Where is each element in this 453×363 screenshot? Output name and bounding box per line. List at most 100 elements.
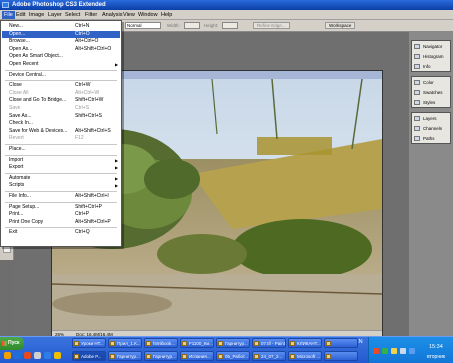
menu-item-label: Place... [9,146,26,152]
file-menu-item-open-as-smart-object[interactable]: Open As Smart Object... [2,53,120,60]
width-input[interactable] [184,22,200,29]
menu-item-label: Scripts [9,182,25,189]
taskbar-button[interactable]: 07.tif - Paint [252,338,286,348]
menu-item-label: Open Recent [9,61,39,67]
menu-select[interactable]: Select [63,11,82,19]
system-tray: EN 15:34 вторник [355,337,453,363]
file-menu-item-open[interactable]: Open... Ctrl+O [2,30,120,38]
panel-tab-navigator[interactable]: Navigator [414,42,450,51]
window-icon [326,354,331,359]
taskbar-button[interactable]: F1100_Ки... [180,338,214,348]
file-menu-item-save-for-web-devices[interactable]: Save for Web & Devices... Alt+Shift+Ctrl+… [2,128,120,135]
taskbar-button[interactable]: 05_Работ... [216,351,250,361]
panel-tab-color[interactable]: Color [414,78,450,87]
taskbar-button[interactable]: Гарнитур... [108,351,142,361]
channels-icon [414,126,420,131]
file-menu-item-new[interactable]: New... Ctrl+N [2,23,120,30]
window-icon [218,341,223,346]
window-icon [74,341,79,346]
file-menu-item-export[interactable]: Export ▶ [2,164,120,171]
quicklaunch-icon-5[interactable] [44,352,51,359]
panel-tab-info[interactable]: Info [414,62,450,71]
taskbar-button-label: 07.tif - Paint [261,341,286,346]
window-icon [74,354,79,359]
menu-view[interactable]: View [121,11,137,19]
panel-tab-styles[interactable]: Styles [414,98,450,107]
tool-icon[interactable] [3,246,11,253]
menu-layer[interactable]: Layer [46,11,64,19]
menu-separator [5,69,117,71]
submenu-arrow-icon: ▶ [115,175,119,181]
file-menu-item-print-one-copy[interactable]: Print One Copy Alt+Shift+Ctrl+P [2,219,120,226]
style-select[interactable]: Normal [125,22,161,29]
menu-item-shortcut: Ctrl+S [75,105,90,111]
menu-window[interactable]: Window [136,11,160,19]
panel-tab-histogram[interactable]: Histogram [414,52,450,61]
file-menu-item-open-recent[interactable]: Open Recent ▶ [2,61,120,68]
panel-tab-paths[interactable]: Paths [414,134,450,143]
menu-file[interactable]: File [2,11,15,19]
file-menu-item-browse[interactable]: Browse... Alt+Ctrl+O [2,38,120,45]
menu-edit[interactable]: Edit [14,11,27,19]
tray-icon-3[interactable] [391,348,397,354]
file-menu-item-print[interactable]: Print... Ctrl+P [2,211,120,218]
panel-label: Histogram [423,54,444,59]
taskbar-button[interactable] [324,338,358,348]
taskbar-button[interactable]: Прил_1.К... [108,338,142,348]
menu-item-shortcut: Ctrl+Q [75,229,90,236]
file-menu-item-file-info[interactable]: File Info... Alt+Shift+Ctrl+I [2,193,120,200]
panel-tab-channels[interactable]: Channels [414,124,450,133]
refine-edge-button[interactable]: Refine Edge... [253,22,290,29]
quicklaunch-browser-icon[interactable] [24,352,31,359]
volume-icon[interactable] [409,348,415,354]
file-menu-item-device-central[interactable]: Device Central... [2,72,120,79]
taskbar-button[interactable]: Уроки НТ... [72,338,106,348]
quicklaunch-ie-icon[interactable] [14,352,21,359]
file-menu-item-scripts[interactable]: Scripts ▶ [2,182,120,189]
menu-help[interactable]: Help [159,11,174,19]
taskbar-button[interactable]: КЛИКАНТ... [288,338,322,348]
height-input[interactable] [222,22,238,29]
taskbar-button[interactable]: Microsoft ... [288,351,322,361]
window-icon [218,354,223,359]
start-button[interactable]: Пуск [0,337,24,350]
taskbar-button[interactable]: Гарнитур... [144,351,178,361]
file-menu-item-exit[interactable]: Exit Ctrl+Q [2,229,120,236]
menu-filter[interactable]: Filter [83,11,99,19]
panel-group-layers: Layers Channels Paths [411,112,451,144]
file-menu-item-save-as[interactable]: Save As... Shift+Ctrl+S [2,113,120,120]
taskbar-button[interactable]: 24_07_2... [252,351,286,361]
quicklaunch-icon-4[interactable] [34,352,41,359]
file-menu-item-page-setup[interactable]: Page Setup... Shift+Ctrl+P [2,204,120,211]
file-menu-item-place[interactable]: Place... [2,146,120,153]
taskbar-button[interactable]: htmlbook... [144,338,178,348]
submenu-arrow-icon: ▶ [115,62,119,67]
tray-icon-4[interactable] [400,348,406,354]
file-menu-item-close-and-go-to-bridge[interactable]: Close and Go To Bridge... Shift+Ctrl+W [2,97,120,104]
panel-tab-layers[interactable]: Layers [414,114,450,123]
file-menu-item-check-in[interactable]: Check In... [2,120,120,127]
tray-icon-2[interactable] [382,348,388,354]
taskbar-button[interactable] [324,351,358,361]
file-menu-item-close[interactable]: Close Ctrl+W [2,82,120,89]
file-menu-item-import[interactable]: Import ▶ [2,157,120,164]
file-menu-item-open-as[interactable]: Open As... Alt+Shift+Ctrl+O [2,46,120,53]
info-icon [414,64,420,69]
menu-separator [5,227,117,229]
quicklaunch-icon-1[interactable] [4,352,11,359]
menu-image[interactable]: Image [27,11,46,19]
tray-icon-1[interactable] [373,348,379,354]
clock[interactable]: 15:34 [429,344,443,350]
window-icon [254,341,259,346]
menu-item-label: File Info... [9,193,31,199]
panel-tab-swatches[interactable]: Swatches [414,88,450,97]
workspace-button[interactable]: Workspace [325,22,356,29]
file-menu-item-automate[interactable]: Automate ▶ [2,175,120,182]
menu-item-label: Print... [9,211,24,218]
taskbar-button[interactable]: Гарнитур... [216,338,250,348]
quicklaunch-icon-6[interactable] [54,352,61,359]
window-icon [182,341,187,346]
file-menu-dropdown: New... Ctrl+N Open... Ctrl+O Browse... Alt+Ct… [0,20,122,247]
taskbar-button[interactable]: Испания... [180,351,214,361]
taskbar-button[interactable]: Adobe P... [72,351,106,361]
